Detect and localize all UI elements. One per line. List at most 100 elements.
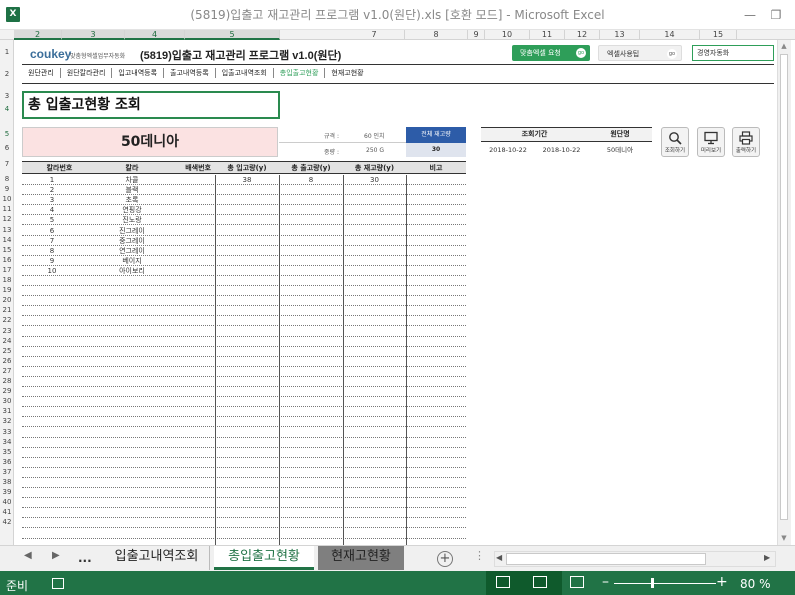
nav-item[interactable]: 출고내역등록: [163, 68, 215, 78]
restore-icon[interactable]: ❐: [762, 0, 790, 30]
column-header[interactable]: 12: [565, 30, 600, 40]
row-header[interactable]: 22: [0, 316, 14, 324]
row-header[interactable]: 24: [0, 337, 14, 345]
row-header[interactable]: 38: [0, 478, 14, 486]
table-cell[interactable]: 3: [22, 195, 82, 205]
normal-view-icon[interactable]: [496, 576, 510, 588]
zoom-level[interactable]: 80 %: [740, 577, 771, 591]
table-cell[interactable]: 5: [22, 215, 82, 225]
row-header[interactable]: 14: [0, 236, 14, 244]
row-header[interactable]: 27: [0, 367, 14, 375]
query-end-date[interactable]: 2018-10-22: [535, 144, 588, 156]
company-link[interactable]: 경영자동화: [692, 45, 774, 61]
search-button[interactable]: 조회하기: [661, 127, 689, 157]
row-header[interactable]: 18: [0, 276, 14, 284]
nav-item[interactable]: 현재고현황: [324, 68, 369, 78]
row-header[interactable]: 34: [0, 438, 14, 446]
excel-tips-button[interactable]: 엑셀사용팁 go: [598, 45, 682, 61]
row-header[interactable]: 30: [0, 397, 14, 405]
table-cell[interactable]: 30: [343, 175, 406, 185]
nav-item[interactable]: 원단관리: [28, 68, 60, 78]
table-cell[interactable]: 연핑강: [97, 205, 167, 215]
macro-record-icon[interactable]: [52, 578, 64, 589]
row-header[interactable]: 25: [0, 347, 14, 355]
tab-current-stock[interactable]: 현재고현황: [318, 546, 404, 570]
row-header[interactable]: 9: [0, 185, 14, 193]
query-fabric-name[interactable]: 50데니아: [588, 144, 652, 156]
column-header[interactable]: 3: [62, 30, 125, 40]
table-cell[interactable]: 7: [22, 236, 82, 246]
tab-total-inout-status[interactable]: 총입출고현황: [214, 546, 314, 570]
row-header[interactable]: 2: [0, 70, 14, 78]
tab-prev-icon[interactable]: ◀: [24, 550, 32, 561]
scroll-up-icon[interactable]: ▲: [777, 42, 791, 50]
column-header[interactable]: 7: [344, 30, 405, 40]
minimize-icon[interactable]: —: [736, 0, 764, 30]
table-cell[interactable]: 초록: [97, 195, 167, 205]
row-header[interactable]: 4: [0, 105, 14, 113]
page-layout-view-icon[interactable]: [533, 576, 547, 588]
table-cell[interactable]: 10: [22, 266, 82, 276]
column-header[interactable]: 8: [405, 30, 468, 40]
row-header[interactable]: 28: [0, 377, 14, 385]
tab-next-icon[interactable]: ▶: [52, 550, 60, 561]
preview-button[interactable]: 미리보기: [697, 127, 725, 157]
column-header[interactable]: 11: [530, 30, 565, 40]
excel-app-icon[interactable]: X: [6, 7, 20, 22]
row-header[interactable]: 37: [0, 468, 14, 476]
row-header[interactable]: 21: [0, 306, 14, 314]
row-header[interactable]: 19: [0, 286, 14, 294]
row-header[interactable]: 11: [0, 205, 14, 213]
fabric-name[interactable]: 50데니아: [22, 127, 278, 157]
column-header[interactable]: 4: [125, 30, 185, 40]
row-header[interactable]: 7: [0, 160, 14, 168]
add-sheet-icon[interactable]: +: [437, 551, 453, 567]
zoom-slider-thumb[interactable]: [651, 578, 654, 588]
row-header[interactable]: 6: [0, 144, 14, 152]
nav-item[interactable]: 총입출고현황: [272, 68, 325, 78]
column-header[interactable]: 2: [14, 30, 62, 40]
more-tabs-button[interactable]: ...: [78, 551, 92, 565]
row-header[interactable]: 23: [0, 327, 14, 335]
row-header[interactable]: 10: [0, 195, 14, 203]
row-header[interactable]: 31: [0, 407, 14, 415]
row-header[interactable]: 35: [0, 448, 14, 456]
custom-excel-request-button[interactable]: 맞춤엑셀 요청 go: [512, 45, 590, 61]
table-cell[interactable]: 진노랑: [97, 215, 167, 225]
table-cell[interactable]: 중그레이: [97, 236, 167, 246]
column-header[interactable]: 10: [485, 30, 530, 40]
scroll-left-icon[interactable]: ◀: [496, 553, 502, 562]
print-button[interactable]: 출력하기: [732, 127, 760, 157]
row-header[interactable]: 20: [0, 296, 14, 304]
row-header[interactable]: 29: [0, 387, 14, 395]
zoom-slider[interactable]: [614, 583, 716, 584]
table-cell[interactable]: 8: [22, 246, 82, 256]
table-cell[interactable]: 6: [22, 226, 82, 236]
scroll-down-icon[interactable]: ▼: [777, 534, 791, 542]
row-header[interactable]: 36: [0, 458, 14, 466]
table-cell[interactable]: 38: [215, 175, 279, 185]
row-header[interactable]: 12: [0, 215, 14, 223]
column-header[interactable]: 5: [185, 30, 280, 40]
row-header[interactable]: 15: [0, 246, 14, 254]
nav-item[interactable]: 입출고내역조회: [214, 68, 273, 78]
table-cell[interactable]: 아이보리: [97, 266, 167, 276]
query-start-date[interactable]: 2018-10-22: [481, 144, 535, 156]
nav-item[interactable]: 원단칼라관리: [59, 68, 112, 78]
page-title[interactable]: 총 입출고현황 조회: [22, 91, 280, 119]
table-cell[interactable]: 2: [22, 185, 82, 195]
column-header[interactable]: 13: [600, 30, 640, 40]
row-header[interactable]: 41: [0, 508, 14, 516]
horizontal-scroll-thumb[interactable]: [506, 553, 706, 565]
row-header[interactable]: 8: [0, 175, 14, 183]
row-header[interactable]: 3: [0, 92, 14, 100]
vertical-scroll-thumb[interactable]: [780, 54, 788, 520]
row-header[interactable]: 26: [0, 357, 14, 365]
table-cell[interactable]: 진그레이: [97, 226, 167, 236]
row-header[interactable]: 13: [0, 226, 14, 234]
row-header[interactable]: 32: [0, 417, 14, 425]
options-icon[interactable]: ⋮: [474, 549, 485, 562]
row-header[interactable]: 40: [0, 498, 14, 506]
tab-inout-history[interactable]: 입출고내역조회: [104, 546, 210, 570]
table-cell[interactable]: 1: [22, 175, 82, 185]
